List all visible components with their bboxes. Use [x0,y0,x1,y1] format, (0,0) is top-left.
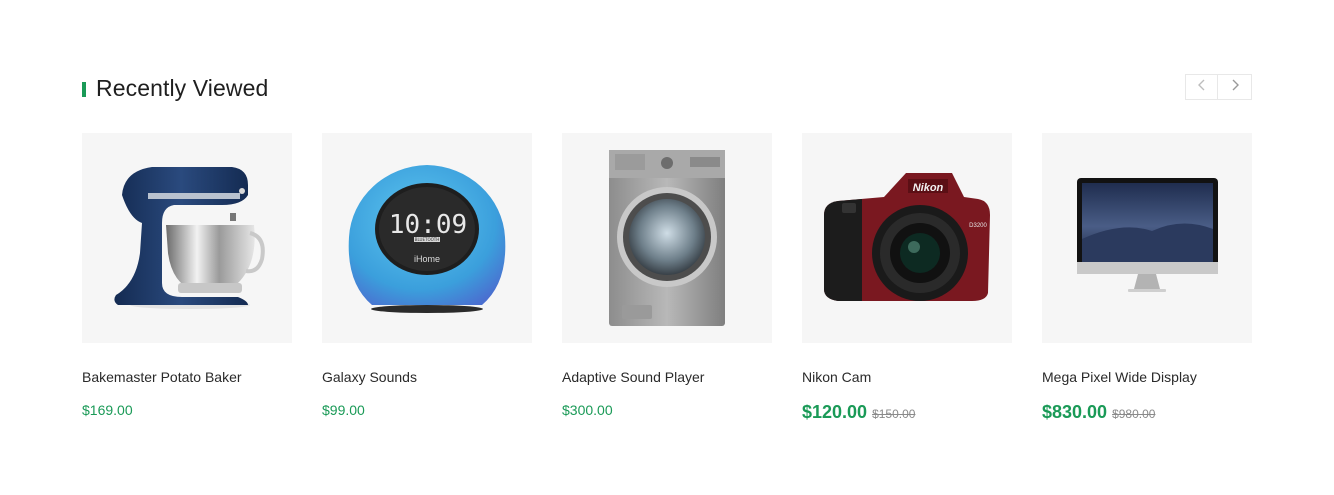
product-image-link[interactable]: Nikon D3200 [802,133,1012,343]
clock-brand: iHome [414,254,440,264]
section-header: Recently Viewed [82,72,1252,104]
product-old-price: $150.00 [872,407,916,421]
clock-sub-label: BLUETOOTH [415,237,439,242]
product-price-row: $830.00 $980.00 [1042,402,1252,424]
product-image-link[interactable]: 10:09 BLUETOOTH iHome [322,133,532,343]
stand-mixer-image [114,167,265,309]
product-name[interactable]: Mega Pixel Wide Display [1042,368,1252,386]
product-price: $99.00 [322,402,365,418]
recently-viewed-section: Recently Viewed Bakemaster Potato Baker … [82,72,1252,422]
product-name[interactable]: Adaptive Sound Player [562,368,772,386]
product-price: $120.00 [802,402,868,422]
carousel-nav [1185,74,1252,100]
product-price-row: $300.00 [562,402,772,424]
desktop-monitor-image [1077,178,1218,292]
product-price: $830.00 [1042,402,1108,422]
chevron-right-icon [1230,78,1240,96]
section-title: Recently Viewed [96,75,269,101]
product-image-link[interactable] [1042,133,1252,343]
dslr-camera-image: Nikon D3200 [824,173,990,301]
carousel-prev-button[interactable] [1185,74,1218,100]
product-carousel: Bakemaster Potato Baker $169.00 10:09 BL… [82,133,1252,424]
product-card: Bakemaster Potato Baker $169.00 [82,133,292,424]
camera-brand: Nikon [913,182,944,194]
clock-time: 10:09 [389,210,467,240]
clock-speaker-image: 10:09 BLUETOOTH iHome [348,165,506,313]
product-price: $300.00 [562,402,613,418]
product-image-link[interactable] [562,133,772,343]
product-price-row: $120.00 $150.00 [802,402,1012,424]
title-accent-bar [82,82,86,97]
camera-model: D3200 [969,223,987,229]
carousel-next-button[interactable] [1218,74,1252,100]
washing-machine-image [609,150,725,326]
product-card: Adaptive Sound Player $300.00 [562,133,772,424]
product-image-link[interactable] [82,133,292,343]
product-price: $169.00 [82,402,133,418]
product-name[interactable]: Nikon Cam [802,368,1012,386]
product-name[interactable]: Galaxy Sounds [322,368,532,386]
product-card: Mega Pixel Wide Display $830.00 $980.00 [1042,133,1252,424]
chevron-left-icon [1197,78,1207,96]
product-card: Nikon D3200 Nikon Cam $120.00 $150.00 [802,133,1012,424]
product-price-row: $169.00 [82,402,292,424]
product-name[interactable]: Bakemaster Potato Baker [82,368,292,386]
product-price-row: $99.00 [322,402,532,424]
product-old-price: $980.00 [1112,407,1156,421]
product-card: 10:09 BLUETOOTH iHome Galaxy Sounds $99.… [322,133,532,424]
